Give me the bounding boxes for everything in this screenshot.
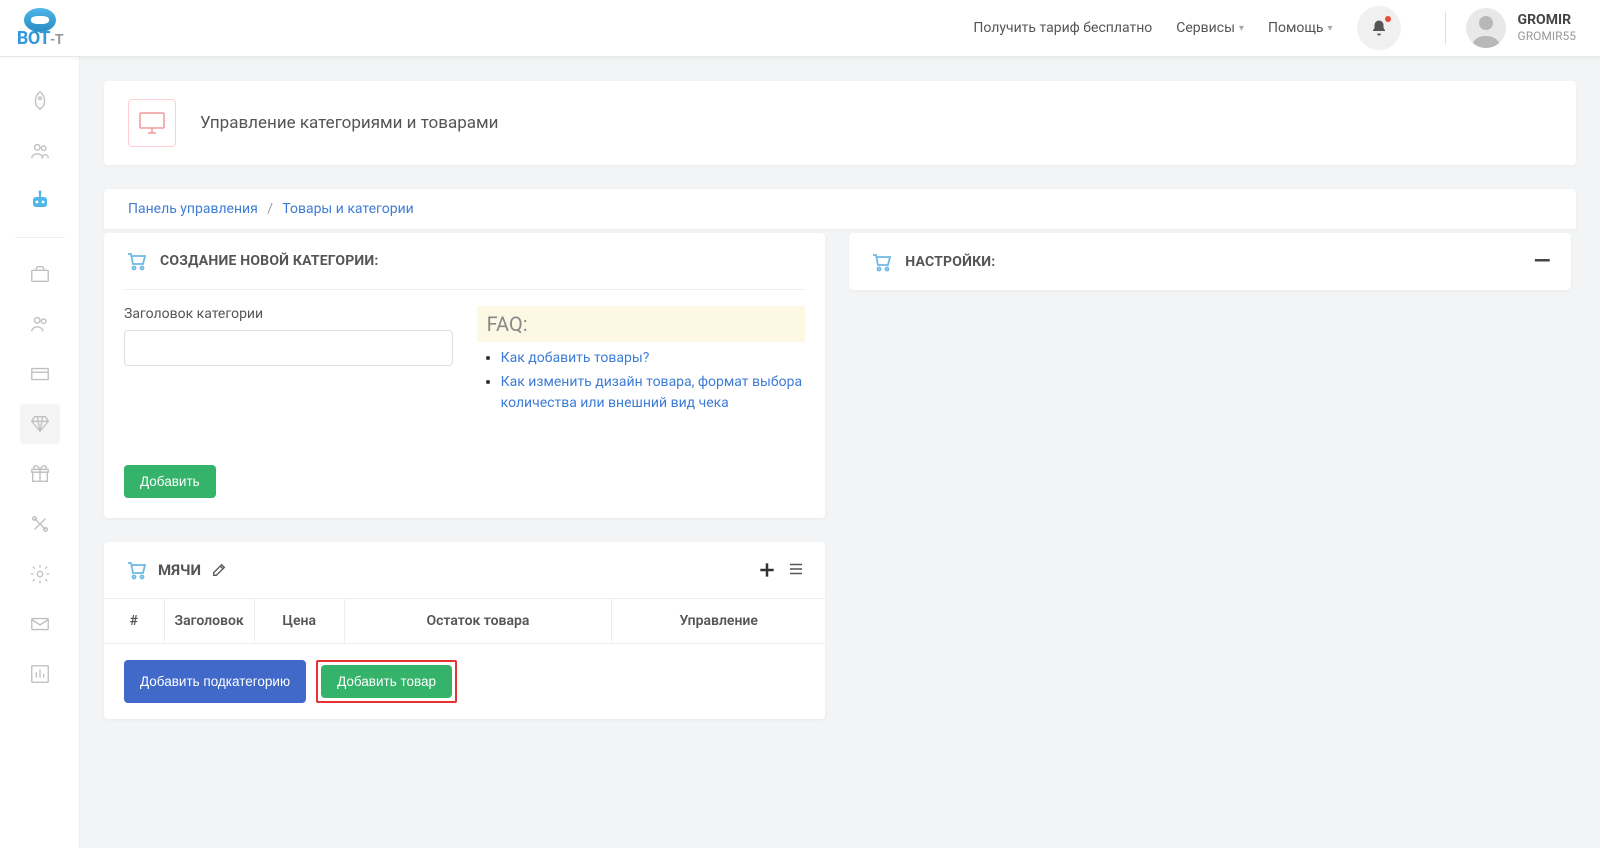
nav-bot[interactable] — [20, 181, 60, 221]
breadcrumb-current[interactable]: Товары и категории — [282, 201, 413, 217]
panel-title-settings: НАСТРОЙКИ: — [905, 254, 995, 270]
edit-icon[interactable] — [211, 562, 227, 578]
nav-briefcase[interactable] — [20, 254, 60, 294]
nav-gift[interactable] — [20, 454, 60, 494]
topbar-links: Получить тариф бесплатно Сервисы▾ Помощь… — [973, 6, 1400, 50]
user-menu[interactable]: GROMIR GROMIR55 — [1466, 8, 1600, 48]
content: Управление категориями и товарами Панель… — [80, 57, 1600, 848]
input-category-title[interactable] — [124, 330, 453, 366]
th-stock: Остаток товара — [344, 598, 611, 643]
panel-create-category: СОЗДАНИЕ НОВОЙ КАТЕГОРИИ: Заголовок кате… — [104, 233, 825, 518]
highlight-add-product: Добавить товар — [316, 660, 457, 703]
link-help[interactable]: Помощь▾ — [1268, 20, 1333, 36]
breadcrumb: Панель управления / Товары и категории — [104, 189, 1576, 229]
avatar — [1466, 8, 1506, 48]
btn-add-product[interactable]: Добавить товар — [321, 665, 452, 698]
list-icon[interactable] — [787, 560, 805, 580]
card-icon — [29, 363, 51, 385]
notification-dot — [1385, 16, 1391, 22]
btn-add-subcategory[interactable]: Добавить подкатегорию — [124, 660, 306, 703]
notifications-button[interactable] — [1357, 6, 1401, 50]
topbar: BOT-T Получить тариф бесплатно Сервисы▾ … — [0, 0, 1600, 57]
nav-tools[interactable] — [20, 504, 60, 544]
th-num: # — [104, 598, 164, 643]
gear-icon — [29, 563, 51, 585]
nav-mail[interactable] — [20, 604, 60, 644]
people-icon — [29, 313, 51, 335]
page-title: Управление категориями и товарами — [200, 113, 498, 133]
nav-users[interactable] — [20, 131, 60, 171]
faq-header: FAQ: — [477, 306, 806, 342]
panel-settings: НАСТРОЙКИ: — — [849, 233, 1570, 290]
link-services[interactable]: Сервисы▾ — [1176, 20, 1244, 36]
nav-people[interactable] — [20, 304, 60, 344]
bot-icon — [28, 189, 52, 213]
faq-link-2[interactable]: Как изменить дизайн товара, формат выбор… — [501, 374, 802, 410]
cart-icon — [869, 250, 893, 274]
products-table: # Заголовок Цена Остаток товара Управлен… — [104, 598, 825, 644]
divider — [1445, 12, 1446, 44]
chart-icon — [29, 663, 51, 685]
collapse-icon[interactable]: — — [1534, 249, 1551, 274]
chevron-down-icon: ▾ — [1328, 23, 1333, 34]
gift-icon — [29, 463, 51, 485]
user-name: GROMIR — [1518, 12, 1576, 29]
mail-icon — [29, 613, 51, 635]
bell-icon — [1370, 19, 1388, 37]
briefcase-icon — [29, 263, 51, 285]
nav-chart[interactable] — [20, 654, 60, 694]
nav-diamond[interactable] — [20, 404, 60, 444]
rocket-icon — [29, 90, 51, 112]
monitor-icon — [128, 99, 176, 147]
th-manage: Управление — [612, 598, 826, 643]
chevron-down-icon: ▾ — [1239, 23, 1244, 34]
faq-list: Как добавить товары? Как изменить дизайн… — [477, 348, 806, 413]
page-header: Управление категориями и товарами — [104, 81, 1576, 165]
cart-icon — [124, 558, 148, 582]
label-category-title: Заголовок категории — [124, 306, 453, 322]
nav-card[interactable] — [20, 354, 60, 394]
user-sub: GROMIR55 — [1518, 29, 1576, 43]
faq-link-1[interactable]: Как добавить товары? — [501, 350, 650, 366]
category-title: МЯЧИ — [158, 561, 201, 579]
th-price: Цена — [254, 598, 344, 643]
sidebar — [0, 57, 80, 848]
link-tariff[interactable]: Получить тариф бесплатно — [973, 20, 1152, 36]
nav-rocket[interactable] — [20, 81, 60, 121]
breadcrumb-separator: / — [267, 201, 273, 217]
cart-icon — [124, 249, 148, 273]
breadcrumb-home[interactable]: Панель управления — [128, 201, 258, 217]
plus-icon[interactable] — [757, 560, 777, 580]
logo[interactable]: BOT-T — [0, 0, 80, 57]
btn-add-category[interactable]: Добавить — [124, 465, 216, 498]
nav-divider — [15, 237, 65, 238]
panel-title-create: СОЗДАНИЕ НОВОЙ КАТЕГОРИИ: — [160, 253, 379, 269]
diamond-icon — [29, 413, 51, 435]
tools-icon — [29, 513, 51, 535]
th-title: Заголовок — [164, 598, 254, 643]
nav-gear[interactable] — [20, 554, 60, 594]
panel-category-myachi: МЯЧИ — [104, 542, 825, 719]
users-icon — [29, 140, 51, 162]
